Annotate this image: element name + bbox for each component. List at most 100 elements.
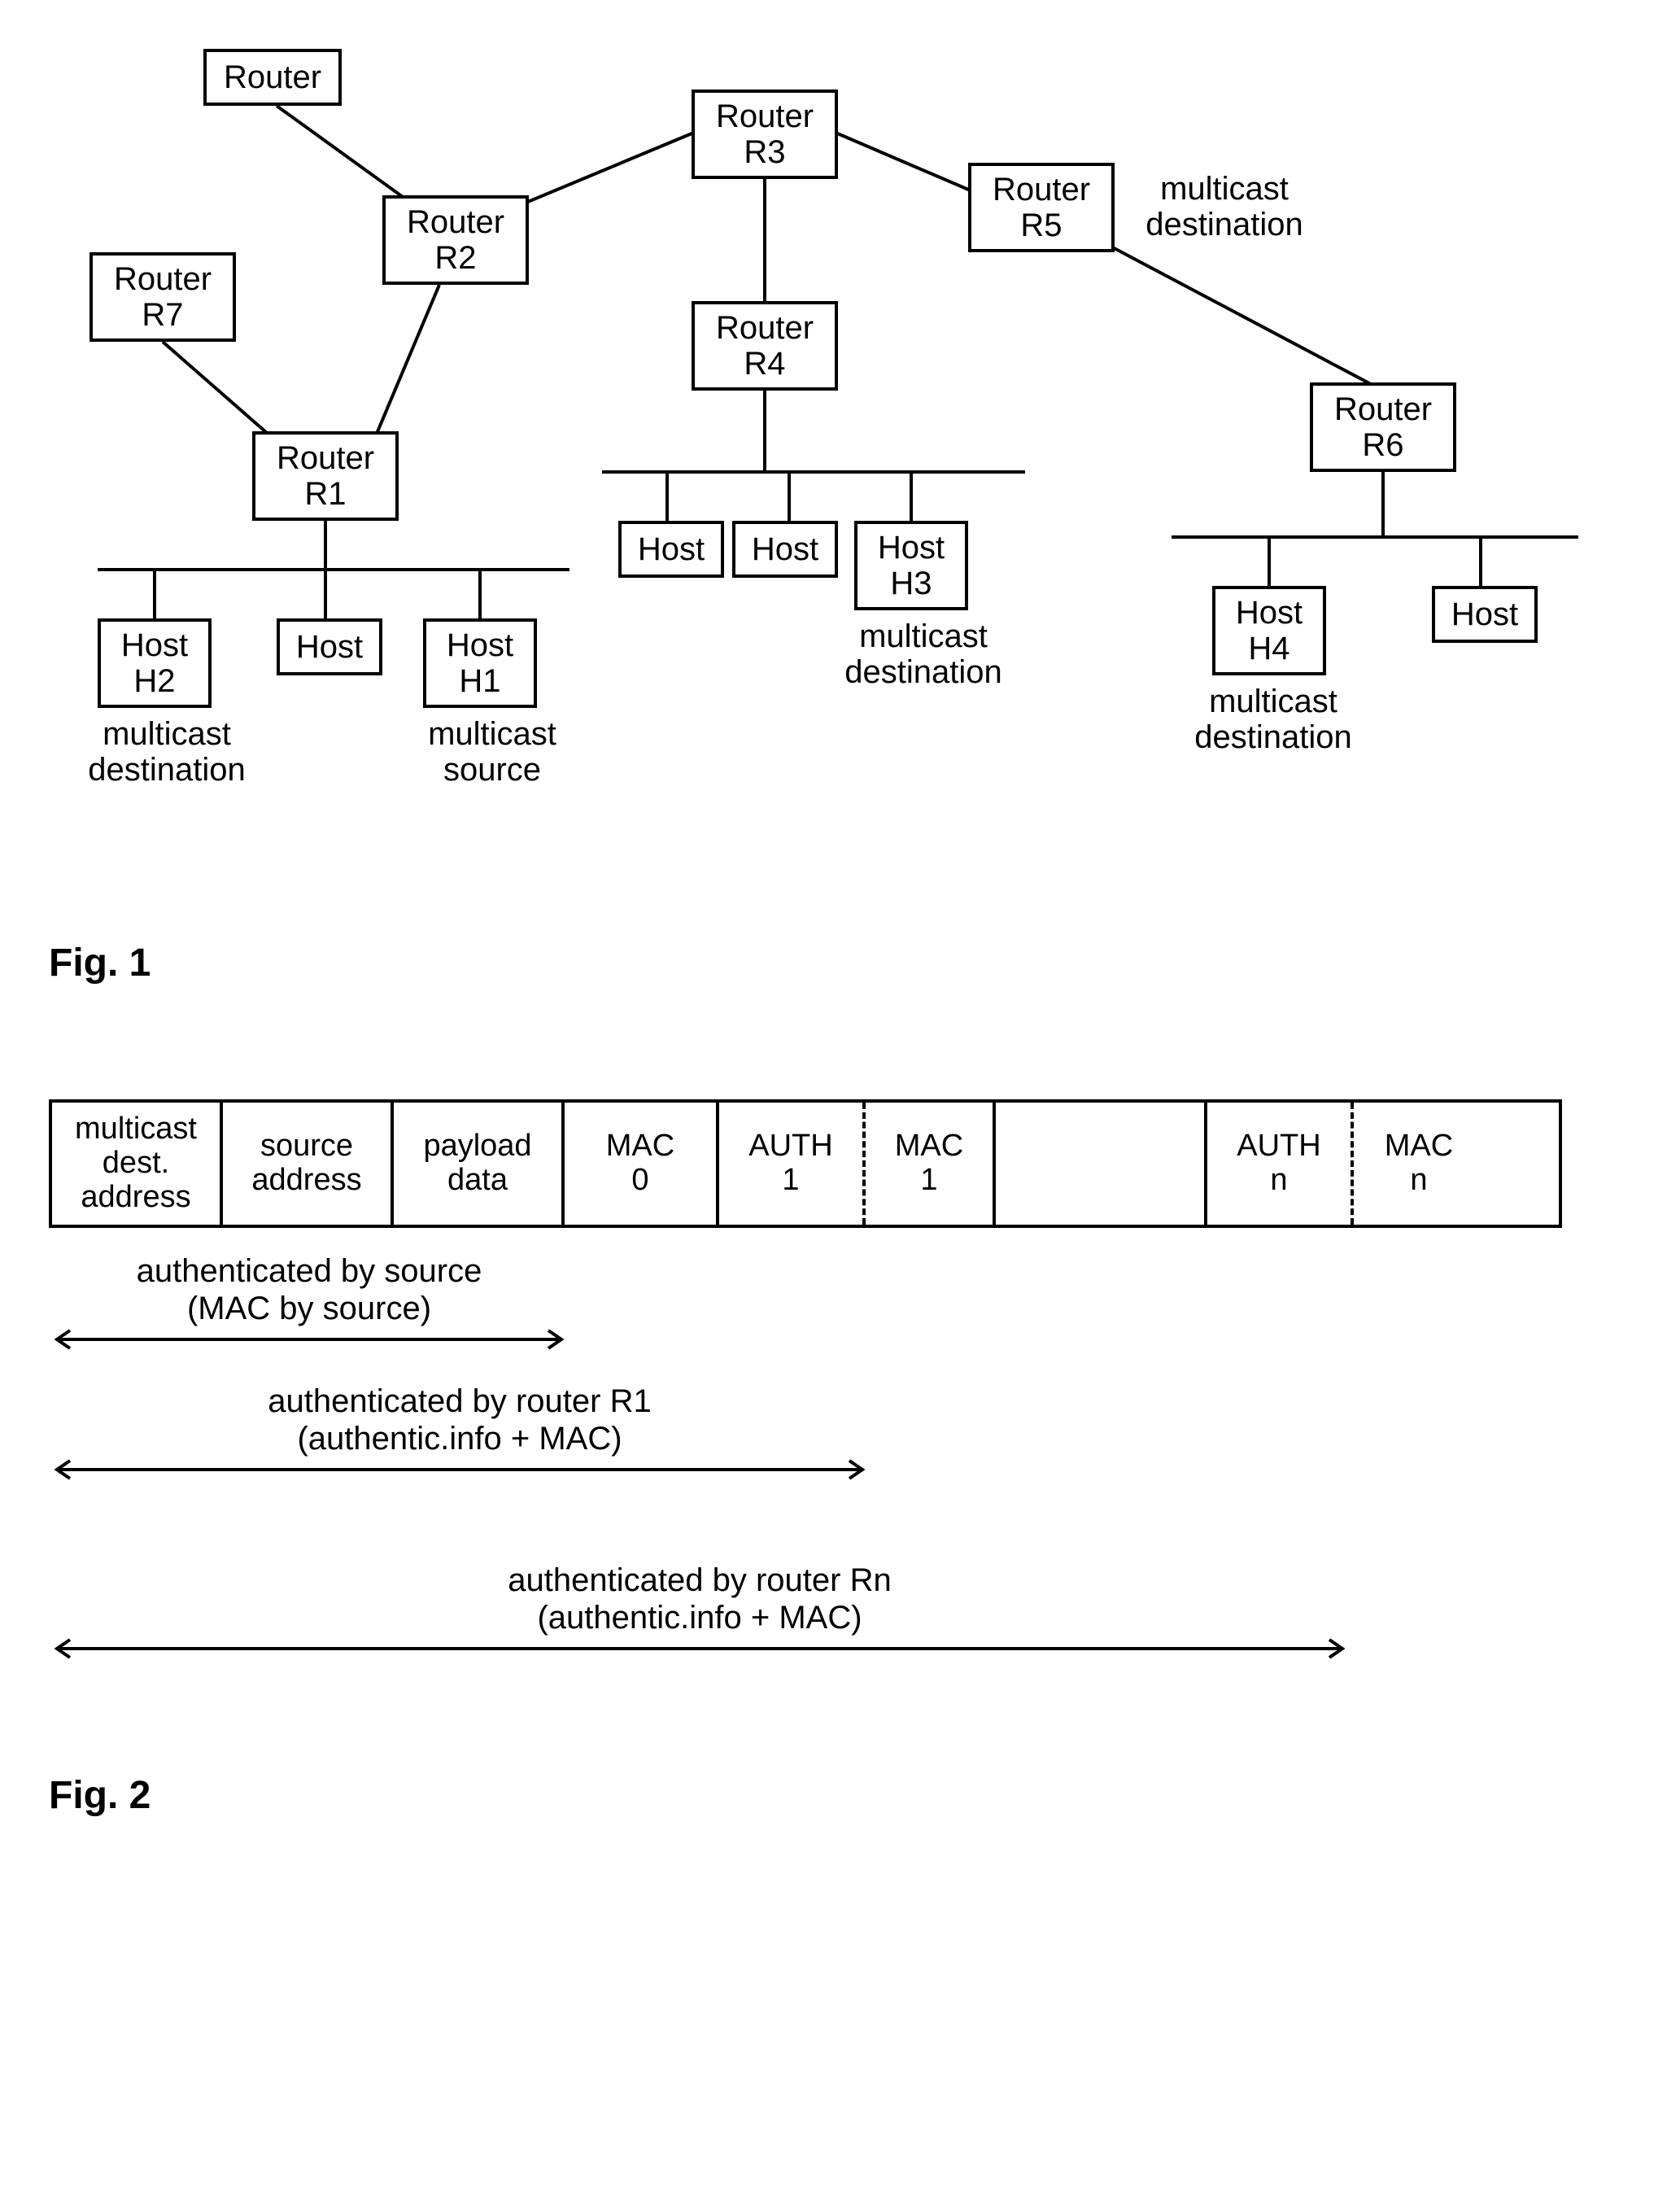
l2: n xyxy=(1410,1164,1427,1198)
l2: (authentic.info + MAC) xyxy=(297,1421,622,1457)
cell-payload: payload data xyxy=(394,1103,565,1225)
node-router-r7: Router R7 xyxy=(89,252,236,342)
l2: data xyxy=(447,1164,508,1198)
node-router-r2: Router R2 xyxy=(382,195,529,285)
label-l1: Host xyxy=(1236,595,1303,631)
fig2-caption: Fig. 2 xyxy=(49,1773,1631,1818)
label-l1: Router xyxy=(114,261,212,297)
l1: AUTH xyxy=(748,1129,832,1164)
node-host-a: Host xyxy=(618,521,724,578)
label-l2: R4 xyxy=(744,346,785,382)
l1: authenticated by router R1 xyxy=(268,1383,651,1419)
cell-source-address: source address xyxy=(223,1103,394,1225)
node-router-top: Router xyxy=(203,49,342,106)
label-l1: Router xyxy=(1334,391,1432,427)
label: Host xyxy=(752,531,818,567)
double-arrow-icon xyxy=(49,1327,569,1352)
node-router-r1: Router R1 xyxy=(252,431,399,521)
arrow-r1: authenticated by router R1 (authentic.in… xyxy=(49,1383,871,1482)
label-l2: H2 xyxy=(133,663,175,699)
l2: 1 xyxy=(782,1164,799,1198)
node-host-h2: Host H2 xyxy=(98,618,212,708)
label-l2: R7 xyxy=(142,297,183,333)
node-host-h1: Host H1 xyxy=(423,618,537,708)
l1: authenticated by source xyxy=(137,1253,482,1289)
node-router-r4: Router R4 xyxy=(692,301,838,391)
label-l2: R1 xyxy=(304,476,346,512)
cell-authn: AUTH n xyxy=(1207,1103,1354,1225)
node-host-h3: Host H3 xyxy=(854,521,968,610)
label-l2: H3 xyxy=(890,566,932,601)
l1: source xyxy=(260,1129,353,1164)
fig1-caption: Fig. 1 xyxy=(49,941,1631,985)
annot-l2: destination xyxy=(1194,719,1351,755)
annot-l2: source xyxy=(443,752,541,788)
double-arrow-icon xyxy=(49,1457,871,1482)
annot-h4: multicast destination xyxy=(1180,684,1367,755)
annot-l1: multicast xyxy=(428,716,556,752)
label-l1: Router xyxy=(277,440,374,476)
annot-l1: multicast xyxy=(1160,171,1289,207)
label-l1: Host xyxy=(447,627,513,663)
cell-macn: MAC n xyxy=(1354,1103,1484,1225)
cell-auth1: AUTH 1 xyxy=(719,1103,866,1225)
double-arrow-icon xyxy=(49,1636,1351,1661)
arrow-rn: authenticated by router Rn (authentic.in… xyxy=(49,1562,1351,1661)
annot-l2: destination xyxy=(844,654,1001,690)
label-l2: R5 xyxy=(1020,208,1062,243)
l3: address xyxy=(81,1181,190,1215)
label: Router xyxy=(224,59,321,95)
cell-multicast-dest: multicast dest. address xyxy=(52,1103,223,1225)
l2: 0 xyxy=(631,1164,648,1198)
l2: (MAC by source) xyxy=(187,1291,431,1326)
annot-l1: multicast xyxy=(859,618,988,654)
label-l1: Router xyxy=(407,204,504,240)
l1: MAC xyxy=(895,1129,963,1164)
auth-arrows: authenticated by source (MAC by source) … xyxy=(49,1252,1562,1757)
node-host-c: Host xyxy=(1432,586,1538,643)
node-host-d: Host xyxy=(277,618,382,675)
annot-l2: destination xyxy=(1145,207,1303,242)
l1: authenticated by router Rn xyxy=(508,1562,891,1598)
label-l2: R3 xyxy=(744,134,785,170)
node-router-r5: Router R5 xyxy=(968,163,1115,252)
annot-r5: multicast destination xyxy=(1131,171,1318,242)
node-router-r6: Router R6 xyxy=(1310,382,1456,472)
cell-gap xyxy=(996,1103,1207,1225)
node-host-h4: Host H4 xyxy=(1212,586,1326,675)
annot-h2: multicast destination xyxy=(73,716,260,788)
l1: MAC xyxy=(606,1129,674,1164)
label-l1: Router xyxy=(993,172,1090,208)
packet-structure: multicast dest. address source address p… xyxy=(49,1099,1562,1228)
label-l2: H1 xyxy=(459,663,500,699)
label-l2: R6 xyxy=(1362,427,1403,463)
l1: AUTH xyxy=(1237,1129,1320,1164)
arrow-source: authenticated by source (MAC by source) xyxy=(49,1252,569,1352)
annot-l1: multicast xyxy=(1209,684,1337,719)
l2: n xyxy=(1270,1164,1287,1198)
annot-l1: multicast xyxy=(103,716,231,752)
label-l1: Router xyxy=(716,310,814,346)
annot-h1: multicast source xyxy=(399,716,586,788)
label-l2: H4 xyxy=(1248,631,1289,666)
label-l1: Router xyxy=(716,98,814,134)
label-l1: Host xyxy=(878,530,945,566)
l1: payload xyxy=(423,1129,531,1164)
cell-mac1: MAC 1 xyxy=(866,1103,996,1225)
l2: (authentic.info + MAC) xyxy=(537,1600,862,1636)
label: Host xyxy=(638,531,705,567)
l2: dest. xyxy=(103,1147,169,1181)
l2: 1 xyxy=(920,1164,937,1198)
fig1-diagram: Router Router R3 Router R2 Router R5 Rou… xyxy=(49,33,1595,928)
annot-h3: multicast destination xyxy=(830,618,1017,690)
l2: address xyxy=(251,1164,361,1198)
annot-l2: destination xyxy=(88,752,245,788)
label-l2: R2 xyxy=(434,240,476,276)
label-l1: Host xyxy=(121,627,188,663)
cell-mac0: MAC 0 xyxy=(565,1103,719,1225)
node-router-r3: Router R3 xyxy=(692,90,838,179)
l1: multicast xyxy=(75,1112,197,1147)
label: Host xyxy=(1451,596,1518,632)
l1: MAC xyxy=(1385,1129,1453,1164)
label: Host xyxy=(296,629,363,665)
